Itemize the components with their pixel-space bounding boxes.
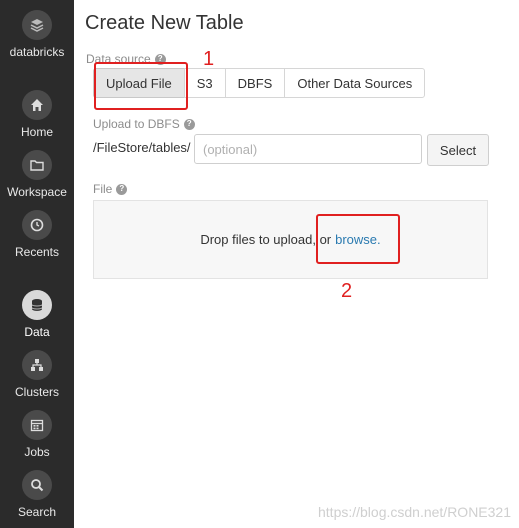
annotation-number-1: 1 xyxy=(203,48,215,70)
tab-s3[interactable]: S3 xyxy=(183,68,226,98)
sidebar-item-label: Jobs xyxy=(24,445,50,459)
tab-other-data-sources[interactable]: Other Data Sources xyxy=(284,68,426,98)
sidebar-item-home[interactable]: Home xyxy=(0,90,74,139)
tab-dbfs[interactable]: DBFS xyxy=(224,68,286,98)
folder-icon xyxy=(22,150,52,180)
sidebar-item-workspace[interactable]: Workspace xyxy=(0,150,74,199)
upload-to-dbfs-label: Upload to DBFS ? xyxy=(93,117,195,131)
clock-icon xyxy=(22,210,52,240)
search-icon xyxy=(22,470,52,500)
sidebar-item-label: Recents xyxy=(14,245,60,259)
file-label-text: File xyxy=(93,182,113,196)
sidebar-item-jobs[interactable]: Jobs xyxy=(0,410,74,459)
sidebar-item-label: Home xyxy=(20,125,53,139)
sidebar-item-data[interactable]: Data xyxy=(0,290,74,339)
databricks-logo[interactable]: databricks xyxy=(0,10,74,59)
sidebar-item-search[interactable]: Search xyxy=(0,470,74,519)
sidebar-item-label: Workspace xyxy=(7,185,67,199)
cluster-icon xyxy=(22,350,52,380)
help-icon[interactable]: ? xyxy=(183,118,195,130)
page-title: Create New Table xyxy=(85,12,244,34)
calendar-icon xyxy=(22,410,52,440)
annotation-box-2 xyxy=(316,214,400,264)
file-dropzone[interactable]: Drop files to upload, or browse. xyxy=(93,200,488,279)
watermark: https://blog.csdn.net/RONE321 xyxy=(318,504,511,520)
select-button[interactable]: Select xyxy=(427,134,489,166)
sidebar-item-recents[interactable]: Recents xyxy=(0,210,74,259)
annotation-box-1 xyxy=(94,62,188,110)
drop-text: Drop files to upload, or xyxy=(200,232,332,247)
sidebar-item-clusters[interactable]: Clusters xyxy=(0,350,74,399)
sidebar-item-label: Search xyxy=(17,505,57,519)
logo-label: databricks xyxy=(9,45,65,59)
file-label: File ? xyxy=(93,182,128,196)
database-icon xyxy=(22,290,52,320)
layers-icon xyxy=(22,10,52,40)
home-icon xyxy=(22,90,52,120)
dbfs-path-input[interactable] xyxy=(194,134,422,164)
path-prefix: /FileStore/tables/ xyxy=(93,140,191,155)
annotation-number-2: 2 xyxy=(341,280,353,302)
sidebar-item-label: Clusters xyxy=(14,385,59,399)
upload-to-dbfs-label-text: Upload to DBFS xyxy=(93,117,180,131)
sidebar: databricks Home Workspace Recents Data C… xyxy=(0,0,74,528)
sidebar-item-label: Data xyxy=(24,325,50,339)
help-icon[interactable]: ? xyxy=(116,183,128,195)
